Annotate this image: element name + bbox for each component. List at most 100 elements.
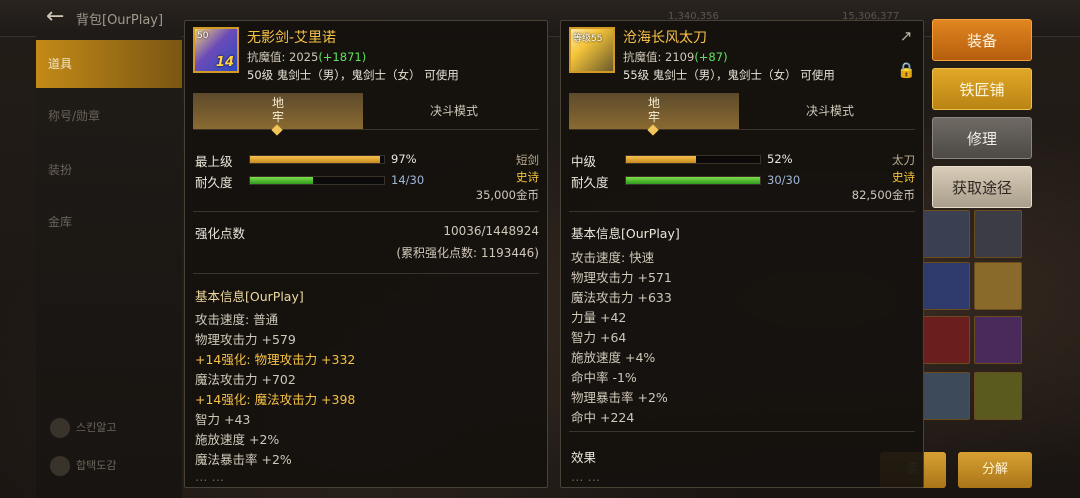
grade-bar <box>625 155 761 164</box>
item-level-tag: 等级55 <box>573 34 603 44</box>
inventory-slot[interactable] <box>974 210 1022 258</box>
stat-line: 物理攻击力 +571 <box>571 270 672 285</box>
stat-line: 智力 +43 <box>195 412 251 427</box>
stat-line: 魔法攻击力 +702 <box>195 372 296 387</box>
grade-bar-fill <box>250 156 380 163</box>
stat-line: 攻击速度: 快速 <box>571 250 655 265</box>
durability-bar <box>249 176 385 185</box>
enhance-points-label: 强化点数 <box>195 226 246 241</box>
item-tooltip-right: 等级55 沧海长风太刀 抗魔值: 2109(+87) 55级 鬼剑士（男），鬼剑… <box>560 20 924 488</box>
obtain-source-button[interactable]: 获取途径 <box>932 166 1032 208</box>
rarity-label: 史诗 <box>892 170 915 184</box>
inventory-slot[interactable] <box>974 262 1022 310</box>
resist-label: 抗魔值: <box>247 50 286 64</box>
collection-icon <box>50 456 70 476</box>
collection-label: 합택도감 <box>76 459 117 472</box>
stat-line: 物理暴击率 +2% <box>571 390 668 405</box>
stat-line: 命中率 -1% <box>571 370 637 385</box>
tab-dungeon[interactable]: 地牢 <box>569 93 739 136</box>
usable-line: 55级 鬼剑士（男），鬼剑士（女） 可使用 <box>623 68 835 82</box>
menu-item-titles[interactable]: 称号/勋章 <box>36 92 182 140</box>
menu-item-vault[interactable]: 金库 <box>36 198 182 246</box>
durability-label: 耐久度 <box>571 175 609 190</box>
durability-value: 30/30 <box>767 173 801 187</box>
usable-line: 50级 鬼剑士（男），鬼剑士（女） 可使用 <box>247 68 459 82</box>
stat-line: 魔法攻击力 +633 <box>571 290 672 305</box>
tab-dungeon[interactable]: 地牢 <box>193 93 363 136</box>
stat-line: 攻击速度: 普通 <box>195 312 279 327</box>
enhance-points-accum: (累积强化点数: 1193446) <box>396 246 539 260</box>
menu-item-items[interactable]: 道具 <box>36 40 182 88</box>
skin-icon <box>50 418 70 438</box>
grade-value: 97% <box>391 152 417 166</box>
effect-title: 效果 <box>571 450 597 465</box>
mode-tabs: 地牢 决斗模式 <box>193 93 539 136</box>
tab-pvp[interactable]: 决斗模式 <box>369 93 539 129</box>
window-title: 背包[OurPlay] <box>76 13 164 28</box>
stat-line: 命中 +224 <box>571 410 635 425</box>
divider <box>193 211 539 212</box>
enhance-points-value: 10036/1448924 <box>443 224 539 238</box>
enhance-stat-line: +14强化: 魔法攻击力 +398 <box>195 392 356 407</box>
basic-info-title: 基本信息[OurPlay] <box>195 289 304 304</box>
item-tooltip-left: 50 14 无影剑-艾里诺 抗魔值: 2025(+1871) 50级 鬼剑士（男… <box>184 20 548 488</box>
grade-bar <box>249 155 385 164</box>
durability-bar-fill <box>250 177 313 184</box>
collection-button[interactable]: 합택도감 <box>50 456 116 476</box>
resist-value: 2109 <box>665 50 695 64</box>
back-arrow-icon[interactable]: ← <box>46 6 68 28</box>
item-name: 无影剑-艾里诺 <box>247 30 337 46</box>
stat-line: 施放速度 +2% <box>195 432 280 447</box>
weapon-type: 太刀 <box>892 153 915 167</box>
enhance-stat-line: +14强化: 物理攻击力 +332 <box>195 352 356 367</box>
tab-pvp[interactable]: 决斗模式 <box>745 93 915 129</box>
resist-bonus: (+87) <box>694 50 728 64</box>
inventory-slot[interactable] <box>974 316 1022 364</box>
tab-indicator-icon <box>647 124 659 136</box>
resist-label: 抗魔值: <box>623 50 662 64</box>
stat-line: 施放速度 +4% <box>571 350 656 365</box>
price-label: 82,500金币 <box>851 188 915 202</box>
decompose-button[interactable]: 分解 <box>958 452 1032 488</box>
inventory-slot[interactable] <box>922 372 970 420</box>
resist-value: 2025 <box>289 50 319 64</box>
enhance-level-tag: 14 <box>215 55 234 70</box>
item-level-tag: 50 <box>197 31 209 41</box>
repair-button[interactable]: 修理 <box>932 117 1032 159</box>
blacksmith-button[interactable]: 铁匠铺 <box>932 68 1032 110</box>
katana-icon: 等级55 <box>569 27 615 73</box>
sword-icon: 50 14 <box>193 27 239 73</box>
grade-bar-fill <box>626 156 696 163</box>
resist-line: 抗魔值: 2109(+87) <box>623 49 728 65</box>
basic-info-title: 基本信息[OurPlay] <box>571 226 680 241</box>
tab-dungeon-label: 地牢 <box>647 96 660 124</box>
stat-line: 智力 +64 <box>571 330 627 345</box>
inventory-slot[interactable] <box>922 210 970 258</box>
inventory-slot[interactable] <box>922 316 970 364</box>
skin-button[interactable]: 스킨알고 <box>50 418 116 438</box>
equip-button[interactable]: 装备 <box>932 19 1032 61</box>
divider <box>193 273 539 274</box>
durability-bar <box>625 176 761 185</box>
mode-tabs: 地牢 决斗模式 <box>569 93 915 136</box>
weapon-type: 短剑 <box>516 153 539 167</box>
tab-indicator-icon <box>271 124 283 136</box>
resist-bonus: (+1871) <box>318 50 367 64</box>
inventory-slot[interactable] <box>974 372 1022 420</box>
stat-line: 物理攻击力 +579 <box>195 332 296 347</box>
inventory-slot[interactable] <box>922 262 970 310</box>
lock-icon[interactable]: 🔒 <box>897 61 916 79</box>
tab-dungeon-label: 地牢 <box>271 96 284 124</box>
skin-label: 스킨알고 <box>76 421 117 434</box>
stat-line: 力量 +42 <box>571 310 627 325</box>
menu-item-costume[interactable]: 装扮 <box>36 146 182 194</box>
grade-label: 中级 <box>571 154 597 169</box>
durability-value: 14/30 <box>391 173 425 187</box>
divider <box>569 211 915 212</box>
grade-value: 52% <box>767 152 793 166</box>
grade-label: 最上级 <box>195 154 233 169</box>
share-icon[interactable]: ↗ <box>897 27 915 45</box>
resist-line: 抗魔值: 2025(+1871) <box>247 49 366 65</box>
cut-off-line: … … <box>571 469 600 484</box>
durability-bar-fill <box>626 177 760 184</box>
